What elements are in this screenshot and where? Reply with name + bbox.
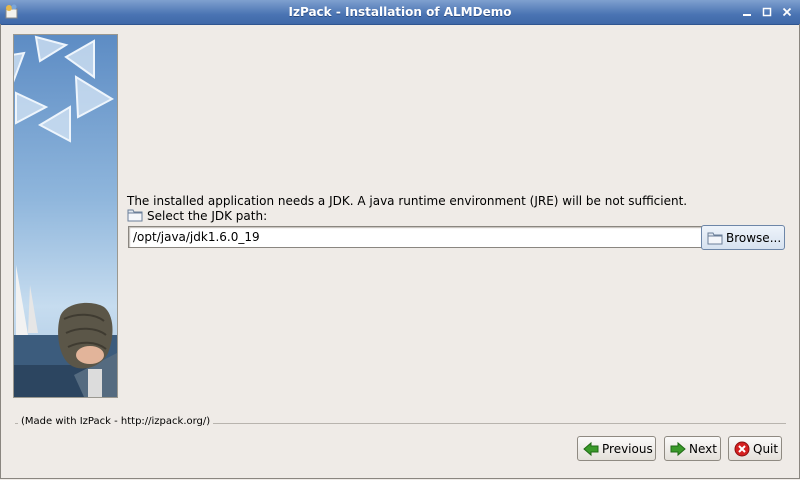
- jdk-path-input[interactable]: [128, 226, 703, 248]
- window-titlebar[interactable]: IzPack - Installation of ALMDemo: [0, 0, 800, 25]
- previous-button-label: Previous: [602, 442, 653, 456]
- next-button[interactable]: Next: [664, 436, 721, 461]
- next-button-label: Next: [689, 442, 717, 456]
- arrow-right-icon: [670, 441, 686, 457]
- folder-icon: [707, 230, 723, 246]
- arrow-left-icon: [583, 441, 599, 457]
- previous-button[interactable]: Previous: [577, 436, 656, 461]
- close-icon[interactable]: [780, 5, 794, 19]
- jdk-path-label: Select the JDK path:: [147, 209, 268, 223]
- maximize-icon[interactable]: [760, 5, 774, 19]
- window-frame: [0, 24, 800, 479]
- jdk-requirement-message: The installed application needs a JDK. A…: [127, 194, 688, 208]
- stop-icon: [734, 441, 750, 457]
- minimize-icon[interactable]: [740, 5, 754, 19]
- browse-button[interactable]: Browse...: [701, 225, 785, 250]
- installer-side-image: [13, 34, 118, 398]
- quit-button-label: Quit: [753, 442, 779, 456]
- made-with-izpack-label: (Made with IzPack - http://izpack.org/): [18, 416, 214, 427]
- browse-button-label: Browse...: [726, 231, 782, 245]
- window-title: IzPack - Installation of ALMDemo: [288, 5, 512, 19]
- folder-icon: [127, 208, 143, 222]
- quit-button[interactable]: Quit: [728, 436, 782, 461]
